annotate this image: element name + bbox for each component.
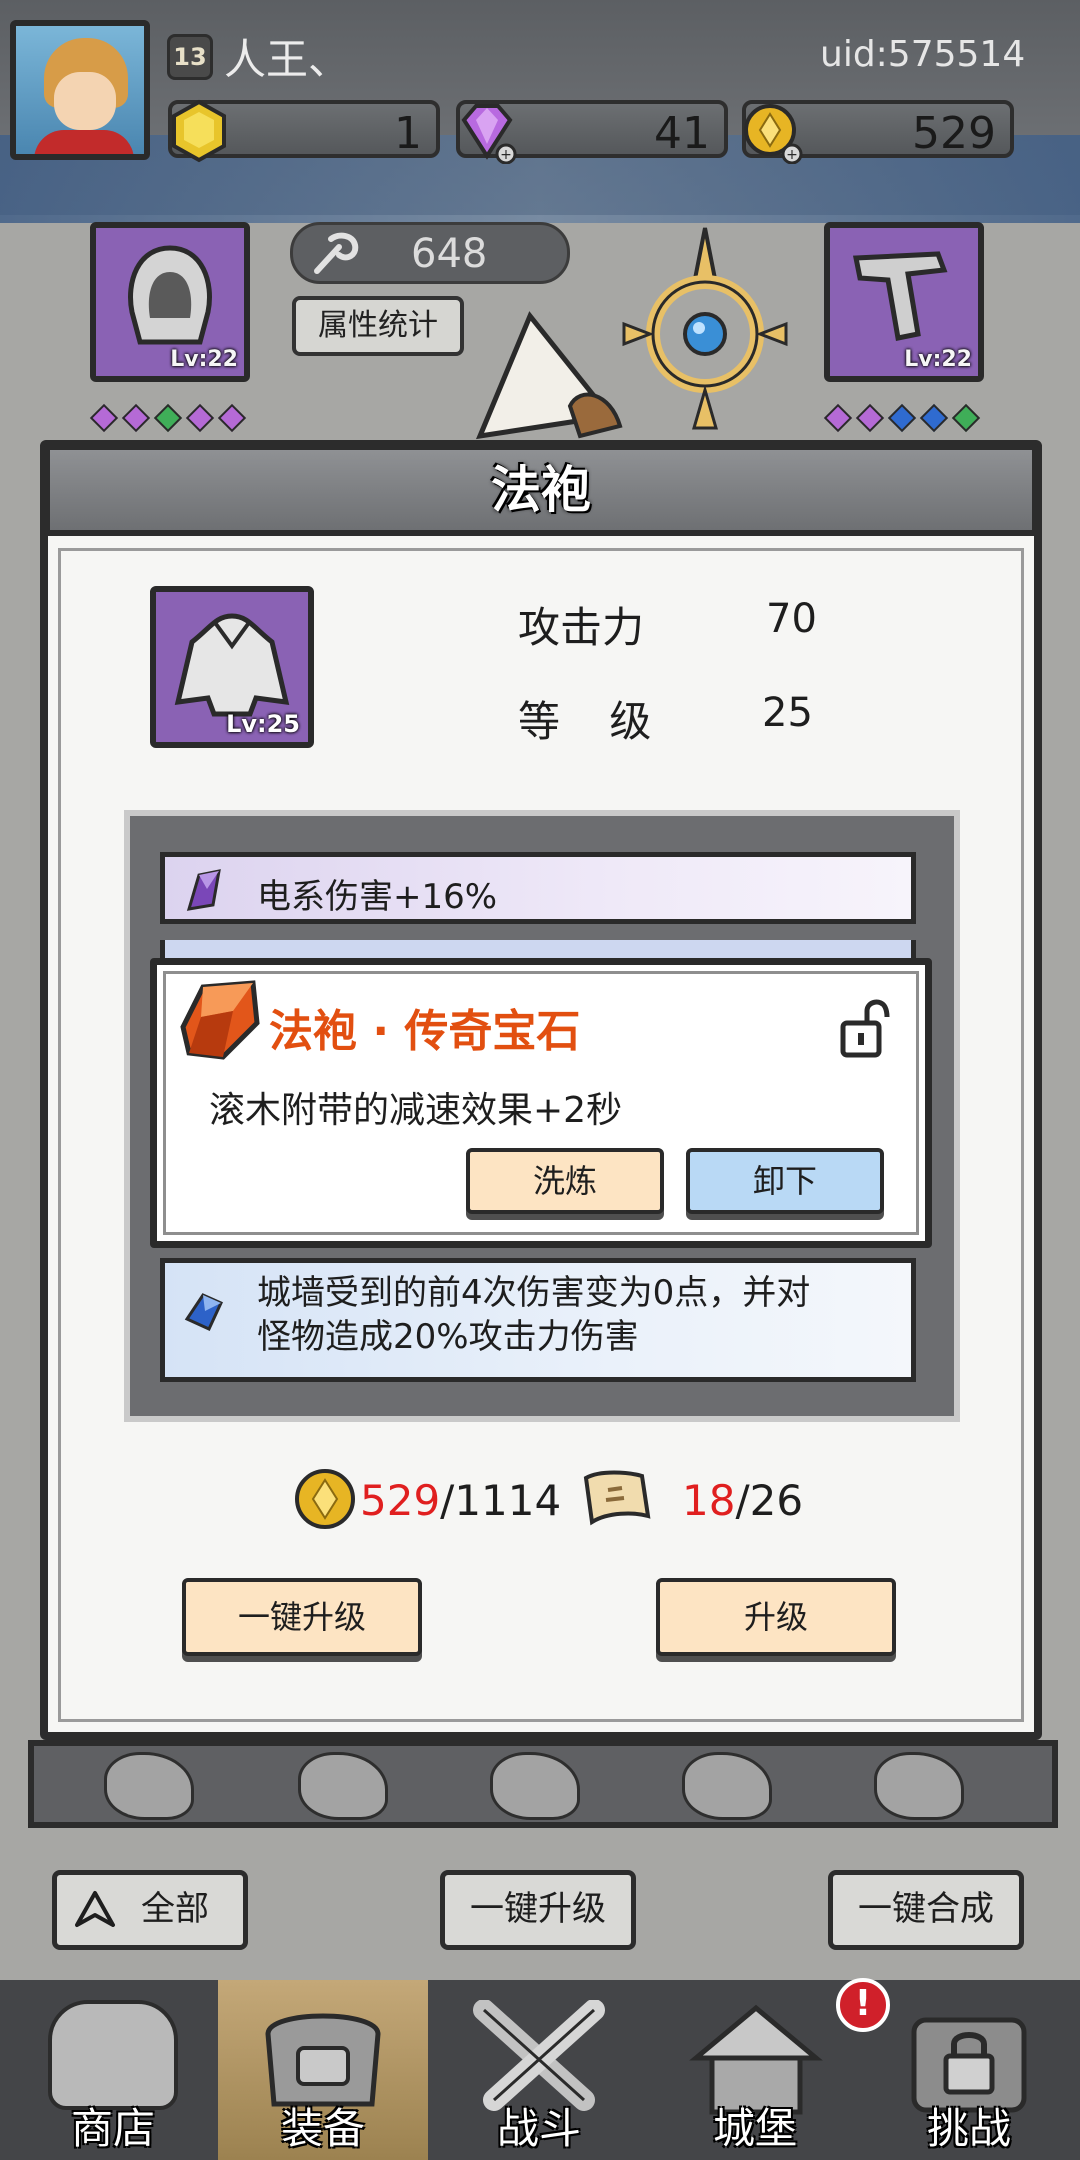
gold-cost: 529/1114 <box>360 1476 561 1525</box>
bonus-top-text: 电系伤害+16% <box>257 877 498 917</box>
blue-crystal-icon <box>184 1293 223 1331</box>
gold-coin-icon: + <box>744 104 803 164</box>
refine-button[interactable]: 洗炼 <box>466 1148 664 1214</box>
quick-upgrade-item-button[interactable]: 一键升级 <box>182 1578 422 1656</box>
filter-all-label: 全部 <box>141 1889 209 1929</box>
equip-slot-helmet[interactable]: Lv:22 <box>90 222 250 382</box>
purple-crystal-icon <box>186 869 221 911</box>
nav-challenge-label: 挑战 <box>926 2104 1011 2153</box>
hex-gem-icon <box>172 99 226 163</box>
socket-gem <box>121 403 151 433</box>
bonus-row-top: 电系伤害+16% <box>160 852 916 924</box>
nav-equipment[interactable]: 装备 <box>218 1980 428 2160</box>
combat-power: 648 <box>290 222 570 284</box>
gold-cost-need: /1114 <box>440 1476 562 1525</box>
gold-coin-icon <box>295 1469 355 1529</box>
triangle-up-icon <box>75 1891 115 1927</box>
svg-text:+: + <box>786 147 798 163</box>
unequip-gem-button[interactable]: 卸下 <box>686 1148 884 1214</box>
nav-castle[interactable]: 城堡 <box>650 1980 860 2160</box>
socket-gem <box>89 403 119 433</box>
nav-castle-label: 城堡 <box>712 2104 797 2153</box>
quick-upgrade-all-button[interactable]: 一键升级 <box>440 1870 636 1950</box>
bonus-bottom-line2: 怪物造成20%攻击力伤害 <box>257 1317 639 1357</box>
hood-icon <box>128 245 212 345</box>
player-level-badge: 13 <box>167 34 213 80</box>
socket-gem <box>887 403 917 433</box>
level-label: 等 级 <box>518 697 670 746</box>
modal-title: 法袍 <box>491 461 591 519</box>
scroll-cost: 18/26 <box>682 1476 803 1525</box>
svg-text:+: + <box>500 147 512 163</box>
player-uid: uid:575514 <box>820 34 1026 75</box>
hex-gem-count: 1 <box>394 108 422 159</box>
quick-merge-button[interactable]: 一键合成 <box>828 1870 1024 1950</box>
nav-shop[interactable]: 商店 <box>8 1980 218 2160</box>
gun-icon <box>852 251 948 341</box>
bonus-bottom-line1: 城墙受到的前4次伤害变为0点，并对 <box>257 1273 811 1313</box>
resource-diamond[interactable]: + 41 <box>456 100 728 164</box>
weapon-level: Lv:22 <box>904 347 972 372</box>
filter-all-button[interactable]: 全部 <box>52 1870 248 1950</box>
item-icon-robe: Lv:25 <box>150 586 314 748</box>
inventory-item[interactable] <box>490 1752 580 1820</box>
nav-equipment-label: 装备 <box>280 2104 365 2153</box>
attack-label: 攻击力 <box>518 603 645 652</box>
inventory-item[interactable] <box>104 1752 194 1820</box>
level-value: 25 <box>762 690 813 736</box>
socket-gem <box>951 403 981 433</box>
inventory-item[interactable] <box>682 1752 772 1820</box>
orange-gem-icon <box>180 980 260 1060</box>
inventory-strip <box>28 1740 1058 1828</box>
character-hat-icon <box>475 311 623 440</box>
helmet-level: Lv:22 <box>170 347 238 372</box>
player-avatar[interactable] <box>10 20 150 160</box>
bonus-row-bottom: 城墙受到的前4次伤害变为0点，并对 怪物造成20%攻击力伤害 <box>160 1258 916 1382</box>
socket-gem <box>823 403 853 433</box>
attribute-stats-button[interactable]: 属性统计 <box>292 296 464 356</box>
socket-gem <box>855 403 885 433</box>
robe-icon <box>174 613 290 717</box>
purple-diamond-icon: + <box>461 104 517 164</box>
combat-power-value: 648 <box>411 231 488 277</box>
socket-gem <box>185 403 215 433</box>
gem-title: 法袍 · 传奇宝石 <box>269 1006 581 1057</box>
modal-title-bar: 法袍 <box>44 444 1038 536</box>
socket-gem <box>217 403 247 433</box>
nav-battle[interactable]: 战斗 <box>434 1980 644 2160</box>
resource-hex-gem[interactable]: 1 <box>168 99 440 163</box>
upgrade-button[interactable]: 升级 <box>656 1578 896 1656</box>
gold-count: 529 <box>912 108 996 159</box>
socket-gem <box>919 403 949 433</box>
nav-challenge[interactable]: 挑战 <box>864 1980 1074 2160</box>
scroll-cost-need: /26 <box>735 1476 804 1525</box>
resource-gold[interactable]: + 529 <box>742 100 1014 164</box>
socket-gem <box>153 403 183 433</box>
equip-slot-weapon[interactable]: Lv:22 <box>824 222 984 382</box>
item-level-tag: Lv:25 <box>226 710 300 738</box>
nav-battle-label: 战斗 <box>496 2104 581 2153</box>
bonus-row-middle-peek <box>160 940 916 960</box>
staff-orb-icon <box>622 227 788 430</box>
attack-value: 70 <box>766 596 817 642</box>
inventory-item[interactable] <box>874 1752 964 1820</box>
scroll-cost-have: 18 <box>682 1476 736 1525</box>
unlocked-lock-icon[interactable] <box>837 995 897 1059</box>
gold-cost-have: 529 <box>360 1476 441 1525</box>
inventory-item[interactable] <box>298 1752 388 1820</box>
scroll-icon <box>583 1470 651 1526</box>
gem-description: 滚木附带的减速效果+2秒 <box>209 1090 623 1131</box>
power-icon <box>314 232 359 274</box>
diamond-count: 41 <box>654 108 710 159</box>
player-name: 人王、 <box>224 35 351 84</box>
nav-shop-label: 商店 <box>70 2104 155 2153</box>
shop-icon <box>48 2000 178 2110</box>
